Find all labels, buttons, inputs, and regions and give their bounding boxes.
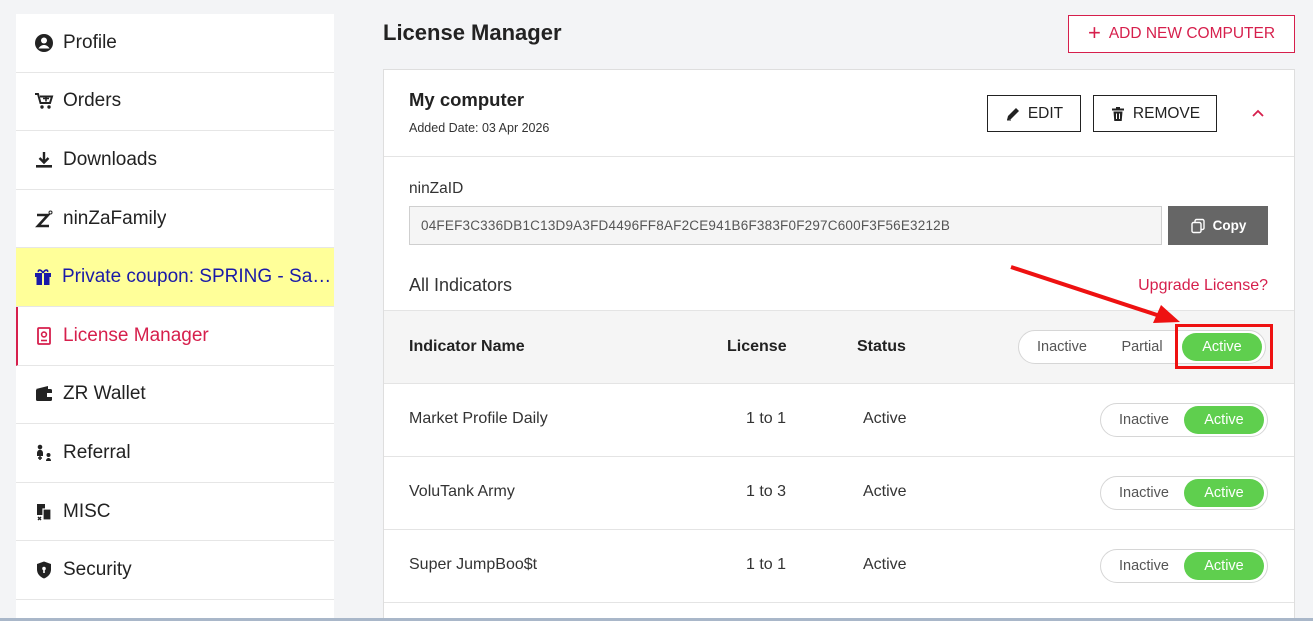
sidebar-item-label: Downloads xyxy=(63,148,157,170)
plus-icon: + xyxy=(1087,20,1101,45)
computer-card: My computer Added Date: 03 Apr 2026 EDIT… xyxy=(383,69,1295,621)
added-date: Added Date: 03 Apr 2026 xyxy=(409,121,550,135)
toggle-inactive[interactable]: Inactive xyxy=(1104,479,1184,507)
remove-label: REMOVE xyxy=(1132,104,1201,122)
sidebar-item-label: Security xyxy=(63,559,132,581)
download-icon xyxy=(33,149,54,170)
sidebar-item-label: ZR Wallet xyxy=(63,383,146,405)
computer-card-header: My computer Added Date: 03 Apr 2026 EDIT… xyxy=(384,70,1294,157)
remove-button[interactable]: REMOVE xyxy=(1093,95,1217,132)
status-toggle: Inactive Active xyxy=(1100,549,1268,583)
wallet-icon xyxy=(33,384,54,405)
sidebar-item-security[interactable]: Security xyxy=(16,541,334,600)
sidebar-item-private-coupon[interactable]: Private coupon: SPRING - Save… xyxy=(16,248,334,307)
toggle-active[interactable]: Active xyxy=(1184,406,1264,434)
sidebar-item-zr-wallet[interactable]: ZR Wallet xyxy=(16,366,334,425)
toggle-active[interactable]: Active xyxy=(1184,479,1264,507)
header-license: License xyxy=(727,338,787,355)
table-row: VoluTank Army 1 to 3 Active Inactive Act… xyxy=(384,457,1294,530)
status-toggle: Inactive Active xyxy=(1100,476,1268,510)
sidebar-item-label: Orders xyxy=(63,90,122,112)
edit-label: EDIT xyxy=(1027,104,1064,122)
sidebar-item-label: ninZaFamily xyxy=(63,207,167,229)
table-row: Super JumpBoo$t 1 to 1 Active Inactive A… xyxy=(384,530,1294,603)
cart-icon xyxy=(33,91,54,112)
sidebar: Profile Orders Downloads ninZaFamily Pri… xyxy=(16,14,334,621)
trash-icon xyxy=(1111,106,1124,121)
header-indicator-name: Indicator Name xyxy=(409,338,525,355)
sidebar-item-label: Profile xyxy=(63,31,117,53)
indicator-status: Active xyxy=(863,410,907,427)
sidebar-item-misc[interactable]: MISC xyxy=(16,483,334,542)
sidebar-item-referral[interactable]: Referral xyxy=(16,424,334,483)
sidebar-item-profile[interactable]: Profile xyxy=(16,14,334,73)
toggle-inactive[interactable]: Inactive xyxy=(1022,333,1102,361)
referral-icon xyxy=(33,442,54,463)
sidebar-item-label: License Manager xyxy=(63,324,209,346)
toggle-inactive[interactable]: Inactive xyxy=(1104,406,1184,434)
ninza-logo-icon xyxy=(33,208,54,229)
status-toggle: Inactive Active xyxy=(1100,403,1268,437)
indicator-status: Active xyxy=(863,556,907,573)
toggle-partial[interactable]: Partial xyxy=(1102,333,1182,361)
misc-icon xyxy=(33,501,54,522)
add-new-computer-label: ADD NEW COMPUTER xyxy=(1108,25,1276,42)
indicator-name: Market Profile Daily xyxy=(409,410,548,427)
sidebar-item-ninzafamily[interactable]: ninZaFamily xyxy=(16,190,334,249)
all-indicators-label: All Indicators xyxy=(409,275,513,295)
table-header: Indicator Name License Status Inactive P… xyxy=(384,310,1294,384)
sidebar-item-downloads[interactable]: Downloads xyxy=(16,131,334,190)
upgrade-license-link[interactable]: Upgrade License? xyxy=(1138,277,1268,295)
copy-icon xyxy=(1190,218,1205,233)
copy-label: Copy xyxy=(1212,218,1247,233)
bulk-status-toggle: Inactive Partial Active xyxy=(1018,330,1266,364)
indicator-name: Super JumpBoo$t xyxy=(409,556,538,573)
indicator-license: 1 to 1 xyxy=(745,410,786,427)
indicator-name: VoluTank Army xyxy=(409,483,515,500)
copy-button[interactable]: Copy xyxy=(1168,206,1268,245)
header-status: Status xyxy=(857,338,906,355)
ninza-id-field[interactable]: 04FEF3C336DB1C13D9A3FD4496FF8AF2CE941B6F… xyxy=(409,206,1162,245)
shield-icon xyxy=(33,560,54,581)
page-title: License Manager xyxy=(383,20,562,45)
gift-icon xyxy=(33,267,53,288)
table-row: Market Profile Daily 1 to 1 Active Inact… xyxy=(384,384,1294,457)
sidebar-item-label: MISC xyxy=(63,500,111,522)
toggle-active[interactable]: Active xyxy=(1184,552,1264,580)
edit-button[interactable]: EDIT xyxy=(987,95,1081,132)
indicator-license: 1 to 1 xyxy=(745,556,786,573)
indicator-license: 1 to 3 xyxy=(745,483,786,500)
sidebar-item-license-manager[interactable]: License Manager xyxy=(16,306,334,366)
sidebar-item-label: Private coupon: SPRING - Save… xyxy=(62,266,334,288)
license-icon xyxy=(33,325,54,346)
add-new-computer-button[interactable]: + ADD NEW COMPUTER xyxy=(1068,15,1295,53)
indicator-status: Active xyxy=(863,483,907,500)
sidebar-item-orders[interactable]: Orders xyxy=(16,73,334,132)
pencil-icon xyxy=(1006,107,1019,120)
ninza-id-label: ninZaID xyxy=(409,180,464,197)
toggle-inactive[interactable]: Inactive xyxy=(1104,552,1184,580)
toggle-active[interactable]: Active xyxy=(1182,333,1262,361)
sidebar-item-label: Referral xyxy=(63,441,131,463)
chevron-up-icon[interactable] xyxy=(1250,105,1266,121)
computer-name: My computer xyxy=(409,89,525,110)
user-circle-icon xyxy=(33,32,54,53)
